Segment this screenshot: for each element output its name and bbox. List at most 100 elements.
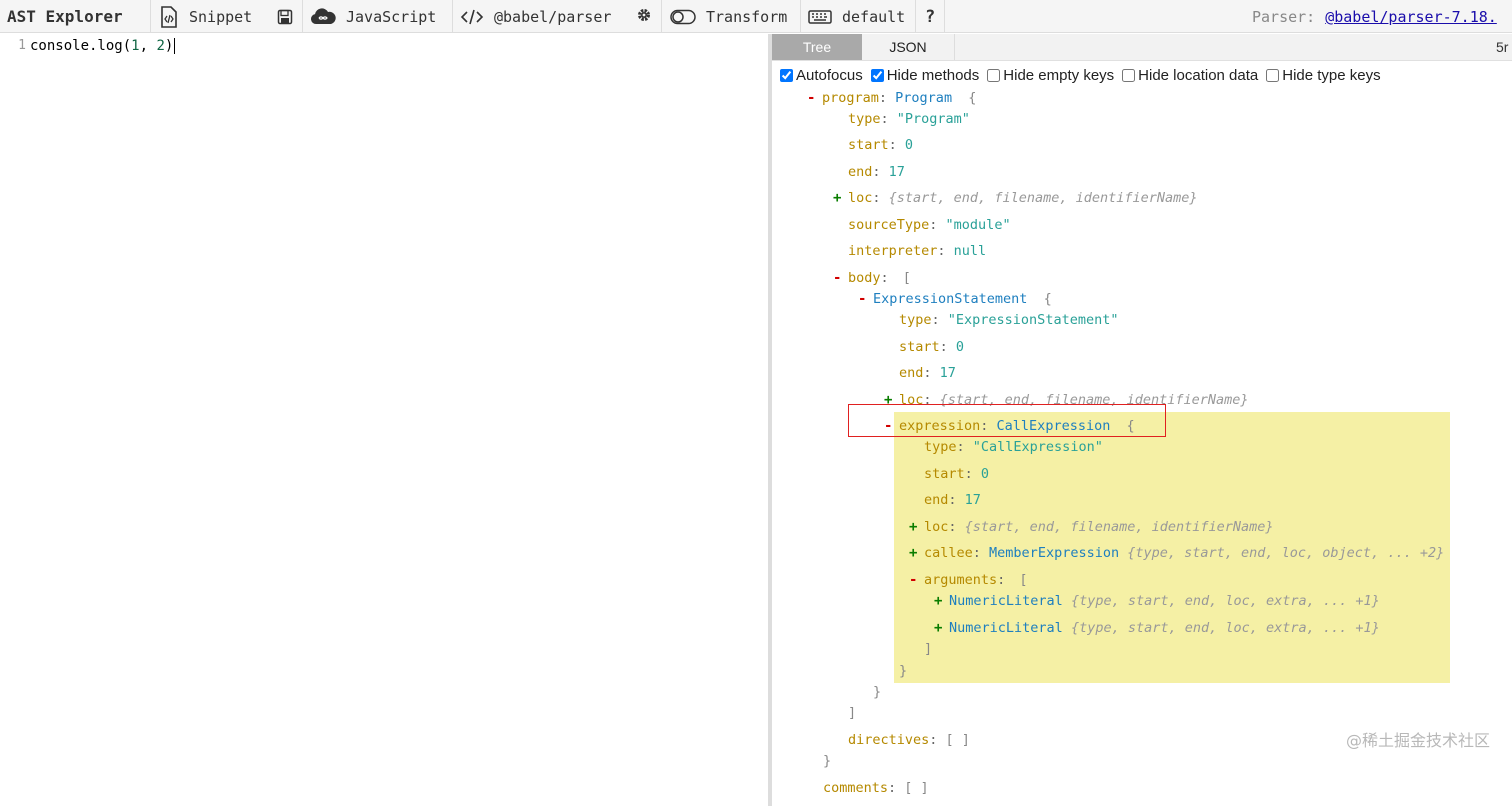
tree-node-program[interactable]: - program: Program { [807, 88, 976, 108]
prop-value: [ ] [945, 732, 970, 748]
node-summary: {start, end, filename, identifierName} [964, 519, 1274, 535]
node-type: ExpressionStatement [873, 291, 1028, 307]
expand-toggle[interactable]: + [934, 618, 942, 638]
parser-version-link[interactable]: @babel/parser-7.18. [1325, 8, 1497, 26]
help-button[interactable]: ? [925, 0, 935, 33]
hide-location-data-checkbox[interactable] [1122, 68, 1136, 82]
prop-key: sourceType [848, 217, 930, 233]
option-hide-location-data[interactable]: Hide location data [1122, 67, 1258, 84]
tree-prop-end[interactable]: end: 17 [899, 363, 956, 383]
toggle-icon [670, 9, 696, 25]
keymap-button[interactable]: default [808, 0, 905, 33]
toolbar-divider [800, 0, 801, 33]
tree-prop-interpreter[interactable]: interpreter: null [848, 241, 986, 261]
code-line[interactable]: console.log(1, 2) [30, 34, 176, 58]
prop-value: 0 [955, 339, 965, 355]
annotation-box [848, 404, 1166, 437]
option-hide-type-keys[interactable]: Hide type keys [1266, 66, 1381, 84]
prop-value: 17 [939, 365, 956, 381]
parser-button[interactable]: @babel/parser [460, 0, 611, 33]
tree-prop-type[interactable]: type: "ExpressionStatement" [899, 310, 1118, 330]
tree-prop-sourcetype[interactable]: sourceType: "module" [848, 215, 1011, 235]
collapse-toggle[interactable]: - [833, 268, 841, 288]
snippet-button[interactable]: Snippet [159, 0, 252, 33]
hide-methods-checkbox[interactable] [870, 68, 884, 82]
prop-value: "ExpressionStatement" [947, 312, 1119, 328]
cloud-icon [310, 7, 336, 26]
ast-tree: - program: Program { type: "Program" sta… [772, 90, 1512, 806]
tree-node-arguments[interactable]: - arguments: [ [909, 570, 1028, 590]
option-hide-methods[interactable]: Hide methods [870, 66, 980, 84]
tree-node-loc[interactable]: + loc: {start, end, filename, identifier… [909, 517, 1274, 537]
tree-node-expressionstatement[interactable]: - ExpressionStatement { [858, 289, 1052, 309]
toolbar-divider [150, 0, 151, 33]
toolbar-divider [915, 0, 916, 33]
hide-empty-keys-checkbox[interactable] [987, 68, 1001, 82]
toolbar-divider [302, 0, 303, 33]
app-title: AST Explorer [7, 7, 123, 26]
node-key: body [848, 270, 881, 286]
option-autofocus[interactable]: Autofocus [780, 67, 863, 84]
node-summary: {type, start, end, loc, object, ... +2} [1127, 545, 1445, 561]
tree-prop-end[interactable]: end: 17 [924, 490, 981, 510]
tab-json[interactable]: JSON [862, 34, 955, 60]
code-arg-2: 2 [156, 38, 165, 54]
tree-node-body[interactable]: - body: [ [833, 268, 911, 288]
save-button[interactable] [277, 0, 303, 33]
hide-type-keys-checkbox[interactable] [1266, 68, 1280, 82]
tree-node-numericliteral[interactable]: + NumericLiteral {type, start, end, loc,… [934, 591, 1380, 611]
option-hide-methods-label: Hide methods [886, 66, 980, 84]
option-hide-location-data-label: Hide location data [1138, 66, 1259, 84]
tree-prop-type[interactable]: type: "CallExpression" [924, 437, 1103, 457]
prop-key: comments [823, 780, 889, 796]
prop-value: "module" [945, 217, 1011, 233]
expand-toggle[interactable]: + [909, 517, 917, 537]
tree-prop-comments[interactable]: comments: [ ] [823, 778, 929, 798]
expand-toggle[interactable]: + [833, 188, 841, 208]
watermark: @稀土掘金技术社区 [1345, 731, 1490, 750]
tree-node-loc[interactable]: + loc: {start, end, filename, identifier… [833, 188, 1198, 208]
keyboard-icon [808, 9, 832, 25]
parser-label: @babel/parser [494, 7, 612, 26]
collapse-toggle[interactable]: - [909, 570, 917, 590]
line-number: 1 [18, 38, 26, 53]
tree-node-callee[interactable]: + callee: MemberExpression {type, start,… [909, 543, 1444, 563]
code-prefix: console.log( [30, 38, 132, 54]
toolbar-divider [661, 0, 662, 33]
open-bracket: [ [902, 270, 911, 286]
tree-prop-directives[interactable]: directives: [ ] [848, 730, 970, 750]
tree-prop-end[interactable]: end: 17 [848, 162, 905, 182]
node-key: loc [924, 519, 949, 535]
transform-button[interactable]: Transform [670, 0, 787, 33]
code-editor[interactable]: 1 console.log(1, 2) [0, 34, 768, 806]
parser-settings-button[interactable] [636, 0, 652, 33]
tree-node-numericliteral[interactable]: + NumericLiteral {type, start, end, loc,… [934, 618, 1380, 638]
option-hide-empty-keys[interactable]: Hide empty keys [987, 67, 1114, 84]
node-type: MemberExpression [989, 545, 1120, 561]
tree-prop-start[interactable]: start: 0 [899, 337, 964, 357]
open-brace: { [1043, 291, 1052, 307]
parser-info: Parser: @babel/parser-7.18. [1252, 0, 1497, 33]
tree-prop-start[interactable]: start: 0 [924, 464, 989, 484]
collapse-toggle[interactable]: - [807, 88, 815, 108]
option-hide-type-keys-label: Hide type keys [1282, 66, 1381, 84]
expand-toggle[interactable]: + [909, 543, 917, 563]
snippet-file-icon [159, 5, 179, 28]
prop-key: type [899, 312, 932, 328]
tab-tree[interactable]: Tree [772, 34, 862, 60]
option-autofocus-label: Autofocus [796, 66, 863, 84]
prop-value: null [953, 243, 987, 259]
output-tabs: Tree JSON 5r [772, 34, 1512, 61]
save-icon [277, 9, 293, 25]
autofocus-checkbox[interactable] [780, 68, 793, 82]
tree-prop-start[interactable]: start: 0 [848, 135, 913, 155]
prop-key: end [924, 492, 949, 508]
expand-toggle[interactable]: + [934, 591, 942, 611]
prop-value: "CallExpression" [972, 439, 1103, 455]
language-button[interactable]: JavaScript [310, 0, 436, 33]
output-pane: Tree JSON 5r Autofocus Hide methods Hide… [772, 34, 1512, 806]
option-hide-empty-keys-label: Hide empty keys [1003, 66, 1115, 84]
collapse-toggle[interactable]: - [858, 289, 866, 309]
tree-prop-type[interactable]: type: "Program" [848, 109, 970, 129]
toolbar: AST Explorer Snippet JavaScript @babel/p… [0, 0, 1512, 33]
